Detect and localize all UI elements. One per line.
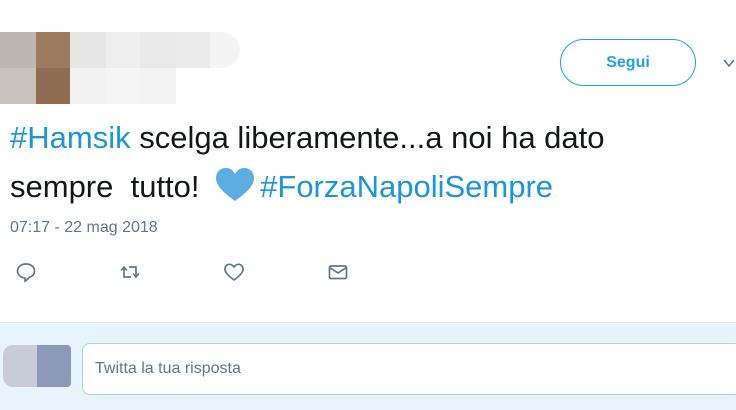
heart-icon[interactable] bbox=[222, 260, 246, 284]
reply-icon[interactable] bbox=[14, 260, 38, 284]
reply-input[interactable]: Twitta la tua risposta bbox=[82, 343, 736, 395]
pixel-block bbox=[3, 345, 37, 387]
pixel-block bbox=[36, 32, 70, 68]
pixel-block bbox=[140, 68, 176, 104]
current-user-avatar bbox=[3, 345, 71, 387]
reply-placeholder: Twitta la tua risposta bbox=[95, 360, 241, 377]
pixel-block bbox=[0, 32, 36, 68]
chevron-down-icon[interactable] bbox=[722, 56, 736, 70]
hashtag-link[interactable]: #Hamsik bbox=[10, 120, 131, 155]
mail-icon[interactable] bbox=[326, 260, 350, 284]
follow-button[interactable]: Segui bbox=[560, 39, 696, 86]
blue-heart-emoji-icon bbox=[216, 168, 255, 201]
tweet-text: #Hamsik scelga liberamente...a noi ha da… bbox=[10, 113, 725, 211]
pixel-block bbox=[210, 32, 240, 68]
tweet-timestamp[interactable]: 07:17 - 22 mag 2018 bbox=[10, 219, 158, 237]
pixel-block bbox=[106, 32, 140, 68]
pixel-block bbox=[176, 32, 210, 68]
tweet-text-line1: scelga liberamente...a noi ha dato bbox=[130, 120, 605, 155]
pixel-block bbox=[36, 68, 70, 104]
author-avatar-pixelated[interactable] bbox=[0, 32, 245, 104]
pixel-block bbox=[70, 32, 106, 68]
hashtag-link[interactable]: #ForzaNapoliSempre bbox=[260, 169, 553, 204]
pixel-block bbox=[0, 68, 36, 104]
pixel-block bbox=[140, 32, 176, 68]
pixel-block bbox=[37, 345, 71, 387]
pixel-block bbox=[70, 68, 106, 104]
pixel-block bbox=[106, 68, 140, 104]
reply-composer: Twitta la tua risposta bbox=[0, 322, 736, 410]
tweet-text-line2: sempre tutto! bbox=[10, 169, 209, 204]
retweet-icon[interactable] bbox=[118, 260, 142, 284]
